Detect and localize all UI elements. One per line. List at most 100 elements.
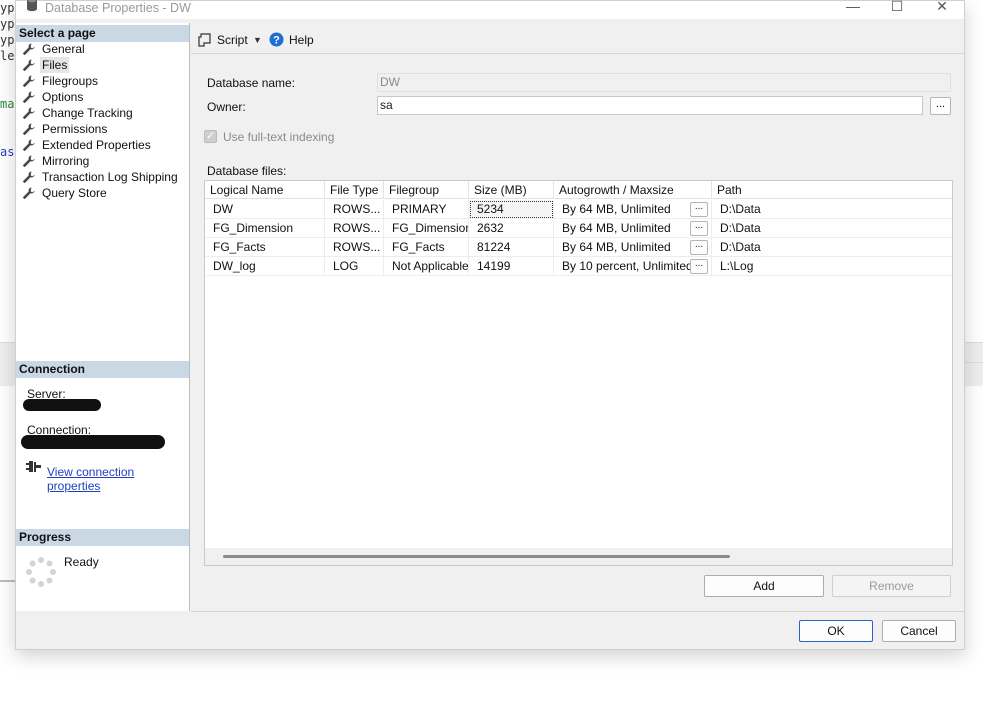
toolbar: Script ▼ ? Help <box>192 23 964 55</box>
column-header-logical-name[interactable]: Logical Name <box>205 181 325 199</box>
cell-filegroup[interactable]: FG_Facts <box>384 238 469 257</box>
page-item-label: Extended Properties <box>42 138 151 152</box>
cell-autogrowth[interactable]: By 64 MB, Unlimited <box>554 238 712 257</box>
database-icon <box>27 0 37 12</box>
cell-filegroup[interactable]: PRIMARY <box>384 200 469 219</box>
code-line: ma <box>0 97 15 111</box>
cell-autogrowth[interactable]: By 64 MB, Unlimited <box>554 219 712 238</box>
page-item-label: Options <box>42 90 84 104</box>
page-item-label: Filegroups <box>42 74 99 88</box>
background-band <box>0 342 16 386</box>
table-row[interactable]: DW_log LOG Not Applicable 14199 By 10 pe… <box>205 257 952 276</box>
cell-autogrowth[interactable]: By 10 percent, Unlimited <box>554 257 712 276</box>
cancel-button[interactable]: Cancel <box>882 620 956 642</box>
plug-icon <box>26 461 41 472</box>
footer-divider <box>191 611 964 612</box>
table-row[interactable]: FG_Dimension ROWS... FG_Dimension 2632 B… <box>205 219 952 238</box>
cell-logical-name[interactable]: DW_log <box>205 257 325 276</box>
database-files-label: Database files: <box>207 164 287 178</box>
owner-field[interactable]: sa <box>377 96 923 115</box>
page-item-label: Mirroring <box>42 154 90 168</box>
cell-logical-name[interactable]: DW <box>205 200 325 219</box>
column-header-autogrowth[interactable]: Autogrowth / Maxsize <box>554 181 712 199</box>
autogrowth-edit-button[interactable]: ... <box>690 259 708 274</box>
wrench-icon <box>22 91 35 104</box>
cell-path[interactable]: D:\Data <box>712 200 952 219</box>
select-page-header: Select a page <box>16 25 189 42</box>
cell-file-type[interactable]: ROWS... <box>325 219 384 238</box>
cell-size[interactable]: 14199 <box>469 257 554 276</box>
page-item-label: Files <box>40 57 70 73</box>
background-editor-text: ype ype ype ler ma as <box>0 0 16 160</box>
add-button[interactable]: Add <box>704 575 824 597</box>
wrench-icon <box>22 123 35 136</box>
table-row[interactable]: DW ROWS... PRIMARY 5234 By 64 MB, Unlimi… <box>205 200 952 219</box>
column-header-path[interactable]: Path <box>712 181 952 199</box>
cell-file-type[interactable]: ROWS... <box>325 200 384 219</box>
progress-header: Progress <box>16 529 189 546</box>
code-line: ype <box>0 17 16 31</box>
code-line: as <box>0 145 15 159</box>
cell-autogrowth[interactable]: By 64 MB, Unlimited <box>554 200 712 219</box>
progress-status: Ready <box>64 555 99 569</box>
cell-filegroup[interactable]: Not Applicable <box>384 257 469 276</box>
maximize-button[interactable]: ☐ <box>886 0 908 16</box>
cell-logical-name[interactable]: FG_Dimension <box>205 219 325 238</box>
help-icon: ? <box>269 32 284 47</box>
cell-path[interactable]: D:\Data <box>712 238 952 257</box>
database-name-field: DW <box>377 73 951 92</box>
code-line: ype <box>0 1 16 15</box>
close-button[interactable]: ✕ <box>931 0 953 16</box>
database-name-label: Database name: <box>207 76 296 90</box>
svg-text:?: ? <box>273 35 280 47</box>
page-item-label: Permissions <box>42 122 108 136</box>
wrench-icon <box>22 171 35 184</box>
help-label: Help <box>289 33 314 47</box>
cell-size[interactable]: 81224 <box>469 238 554 257</box>
minimize-button[interactable]: — <box>842 0 864 16</box>
background-divider <box>964 362 983 363</box>
column-header-filegroup[interactable]: Filegroup <box>384 181 469 199</box>
horizontal-scrollbar[interactable] <box>205 548 952 565</box>
code-line: ype <box>0 33 16 47</box>
wrench-icon <box>22 139 35 152</box>
autogrowth-edit-button[interactable]: ... <box>690 221 708 236</box>
cell-filegroup[interactable]: FG_Dimension <box>384 219 469 238</box>
owner-label: Owner: <box>207 100 246 114</box>
progress-spinner-icon <box>26 557 56 587</box>
scrollbar-thumb[interactable] <box>223 555 730 558</box>
database-files-grid: Logical Name File Type Filegroup Size (M… <box>204 180 953 566</box>
cell-size[interactable]: 2632 <box>469 219 554 238</box>
cell-file-type[interactable]: ROWS... <box>325 238 384 257</box>
left-pane: Select a page General Files Filegroups O… <box>16 23 190 611</box>
column-header-file-type[interactable]: File Type <box>325 181 384 199</box>
wrench-icon <box>22 107 35 120</box>
view-connection-properties-link[interactable]: View connection properties <box>47 465 189 493</box>
database-properties-dialog: Database Properties - DW — ☐ ✕ Select a … <box>15 0 965 650</box>
cell-size[interactable]: 5234 <box>469 200 554 219</box>
cell-file-type[interactable]: LOG <box>325 257 384 276</box>
background-band <box>964 342 983 386</box>
page-item-label: Query Store <box>42 186 107 200</box>
remove-button[interactable]: Remove <box>832 575 951 597</box>
redacted-connection <box>21 435 165 449</box>
table-row[interactable]: FG_Facts ROWS... FG_Facts 81224 By 64 MB… <box>205 238 952 257</box>
help-button[interactable]: ? Help <box>269 31 319 49</box>
cell-path[interactable]: L:\Log <box>712 257 952 276</box>
script-label: Script <box>217 33 248 47</box>
code-line: ler <box>0 49 16 63</box>
ok-button[interactable]: OK <box>799 620 873 642</box>
wrench-icon <box>22 187 35 200</box>
column-header-size[interactable]: Size (MB) <box>469 181 554 199</box>
owner-browse-button[interactable]: ... <box>930 97 951 115</box>
wrench-icon <box>22 75 35 88</box>
autogrowth-edit-button[interactable]: ... <box>690 240 708 255</box>
background-divider <box>0 580 16 582</box>
cell-path[interactable]: D:\Data <box>712 219 952 238</box>
autogrowth-edit-button[interactable]: ... <box>690 202 708 217</box>
script-button[interactable]: Script ▼ <box>198 31 266 49</box>
redacted-server <box>23 399 101 411</box>
cell-logical-name[interactable]: FG_Facts <box>205 238 325 257</box>
